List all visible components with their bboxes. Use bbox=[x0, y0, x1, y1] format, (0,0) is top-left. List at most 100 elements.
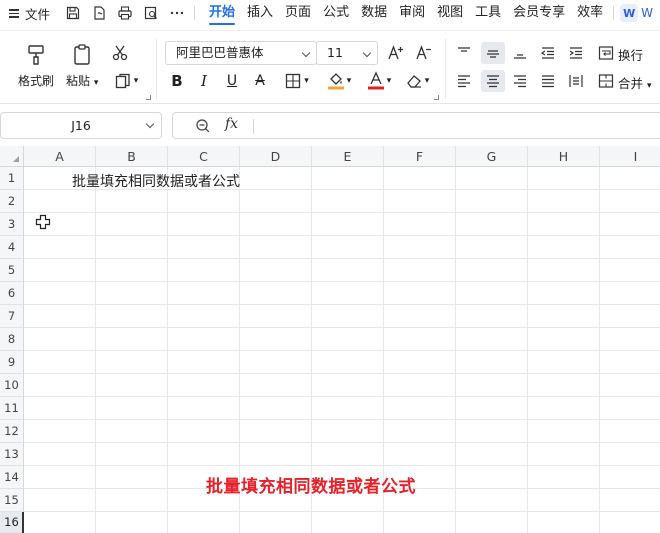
align-top-icon[interactable] bbox=[454, 43, 474, 63]
row-header-3[interactable]: 3 bbox=[0, 213, 24, 236]
cell-b1[interactable]: 批量填充相同数据或者公式 bbox=[72, 171, 240, 191]
bold-icon[interactable]: B bbox=[167, 71, 187, 91]
tab-home[interactable]: 开始 bbox=[203, 0, 241, 26]
name-box[interactable]: J16 bbox=[0, 112, 162, 139]
print-preview-icon[interactable] bbox=[142, 4, 160, 22]
cut-icon[interactable] bbox=[110, 43, 130, 63]
wps-ai-badge[interactable]: W W bbox=[620, 4, 653, 22]
row-header-4[interactable]: 4 bbox=[0, 236, 24, 259]
row-header-7[interactable]: 7 bbox=[0, 305, 24, 328]
align-bottom-icon[interactable] bbox=[510, 43, 530, 63]
file-menu[interactable]: 文件 bbox=[25, 4, 50, 23]
column-header-i[interactable]: I bbox=[600, 146, 660, 167]
formula-divider bbox=[253, 119, 254, 134]
print-icon[interactable] bbox=[116, 4, 134, 22]
row-header-8[interactable]: 8 bbox=[0, 328, 24, 351]
tab-member[interactable]: 会员专享 bbox=[507, 0, 571, 26]
justify-icon[interactable] bbox=[538, 71, 558, 91]
paste-button[interactable]: 粘贴 ▾ bbox=[66, 43, 98, 89]
border-button[interactable]: ▾ bbox=[280, 71, 314, 91]
align-left-icon[interactable] bbox=[454, 71, 474, 91]
grid-line bbox=[24, 235, 660, 236]
tab-view[interactable]: 视图 bbox=[431, 0, 469, 26]
decrease-font-icon[interactable] bbox=[414, 43, 434, 63]
grid-line bbox=[24, 442, 660, 443]
row-header-2[interactable]: 2 bbox=[0, 190, 24, 213]
name-box-value: J16 bbox=[71, 118, 91, 133]
align-right-icon[interactable] bbox=[510, 71, 530, 91]
row-header-6[interactable]: 6 bbox=[0, 282, 24, 305]
row-header-15[interactable]: 15 bbox=[0, 489, 24, 512]
chevron-down-icon bbox=[301, 48, 311, 58]
font-name-value: 阿里巴巴普惠体 bbox=[176, 45, 264, 60]
decrease-indent-icon[interactable] bbox=[538, 43, 558, 63]
row-header-11[interactable]: 11 bbox=[0, 397, 24, 420]
formula-input[interactable]: fx bbox=[172, 112, 660, 139]
column-header-d[interactable]: D bbox=[240, 146, 312, 167]
tab-formula[interactable]: 公式 bbox=[317, 0, 355, 26]
font-name-select[interactable]: 阿里巴巴普惠体 bbox=[165, 41, 317, 65]
row-header-12[interactable]: 12 bbox=[0, 420, 24, 443]
menu-divider bbox=[613, 6, 615, 20]
tab-review[interactable]: 审阅 bbox=[393, 0, 431, 26]
merge-button[interactable]: 合并 ▾ bbox=[618, 73, 652, 92]
column-header-a[interactable]: A bbox=[24, 146, 96, 167]
font-expand-icon[interactable] bbox=[434, 95, 439, 100]
wps-ai-label: W bbox=[641, 6, 654, 20]
select-all-corner[interactable] bbox=[0, 146, 24, 167]
row-header-9[interactable]: 9 bbox=[0, 351, 24, 374]
format-painter-button[interactable]: 格式刷 bbox=[18, 43, 54, 89]
font-color-button[interactable]: ▾ bbox=[362, 70, 396, 92]
copy-icon bbox=[115, 73, 130, 89]
row-header-13[interactable]: 13 bbox=[0, 443, 24, 466]
fx-icon[interactable]: fx bbox=[225, 116, 238, 132]
menu-bar: 文件 开始 插入 页面 公式 数据 审阅 视图 工具 会员专享 效率 W W bbox=[0, 0, 660, 26]
increase-font-icon[interactable] bbox=[386, 43, 406, 63]
font-size-select[interactable]: 11 bbox=[316, 41, 378, 65]
increase-indent-icon[interactable] bbox=[566, 43, 586, 63]
tab-tools[interactable]: 工具 bbox=[469, 0, 507, 26]
row-header-10[interactable]: 10 bbox=[0, 374, 24, 397]
column-header-b[interactable]: B bbox=[96, 146, 168, 167]
more-icon[interactable] bbox=[168, 4, 186, 22]
align-center-icon[interactable] bbox=[481, 70, 505, 92]
grid-line bbox=[24, 419, 660, 420]
paste-icon bbox=[74, 44, 90, 65]
grid-line bbox=[24, 396, 660, 397]
zoom-icon[interactable] bbox=[195, 118, 211, 138]
merge-icon bbox=[596, 71, 616, 91]
fill-color-button[interactable]: ▾ bbox=[322, 70, 356, 92]
column-header-c[interactable]: C bbox=[168, 146, 240, 167]
menu-icon[interactable] bbox=[9, 8, 21, 18]
column-header-g[interactable]: G bbox=[456, 146, 528, 167]
underline-icon[interactable]: U bbox=[222, 71, 242, 91]
tab-insert[interactable]: 插入 bbox=[241, 0, 279, 26]
row-header-14[interactable]: 14 bbox=[0, 466, 24, 489]
clipboard-expand-icon[interactable] bbox=[146, 95, 151, 100]
overlay-caption: 批量填充相同数据或者公式 bbox=[206, 477, 416, 497]
italic-icon[interactable]: I bbox=[194, 71, 214, 91]
align-middle-icon[interactable] bbox=[481, 42, 505, 64]
column-header-e[interactable]: E bbox=[312, 146, 384, 167]
row-header-16[interactable]: 16 bbox=[0, 512, 24, 533]
clear-format-button[interactable]: ▾ bbox=[400, 71, 434, 91]
column-header-f[interactable]: F bbox=[384, 146, 456, 167]
row-header-5[interactable]: 5 bbox=[0, 259, 24, 282]
save-icon[interactable] bbox=[64, 4, 82, 22]
format-painter-label: 格式刷 bbox=[18, 74, 55, 88]
copy-button[interactable]: ▾ bbox=[110, 71, 142, 91]
grid-line bbox=[24, 373, 660, 374]
distributed-align-icon[interactable] bbox=[566, 71, 586, 91]
wrap-text-button[interactable]: 换行 bbox=[618, 45, 643, 64]
tab-efficiency[interactable]: 效率 bbox=[571, 0, 609, 26]
export-pdf-icon[interactable] bbox=[90, 4, 108, 22]
spreadsheet-grid[interactable]: A B C D E F G H I 1 2 3 4 5 6 7 8 9 10 1… bbox=[0, 146, 660, 533]
fill-color-icon bbox=[327, 73, 344, 90]
tab-page[interactable]: 页面 bbox=[279, 0, 317, 26]
column-header-h[interactable]: H bbox=[528, 146, 600, 167]
wps-ai-icon: W bbox=[620, 4, 639, 22]
strikethrough-icon[interactable]: A bbox=[250, 71, 270, 91]
row-header-1[interactable]: 1 bbox=[0, 167, 24, 190]
tab-data[interactable]: 数据 bbox=[355, 0, 393, 26]
grid-line bbox=[24, 465, 660, 466]
